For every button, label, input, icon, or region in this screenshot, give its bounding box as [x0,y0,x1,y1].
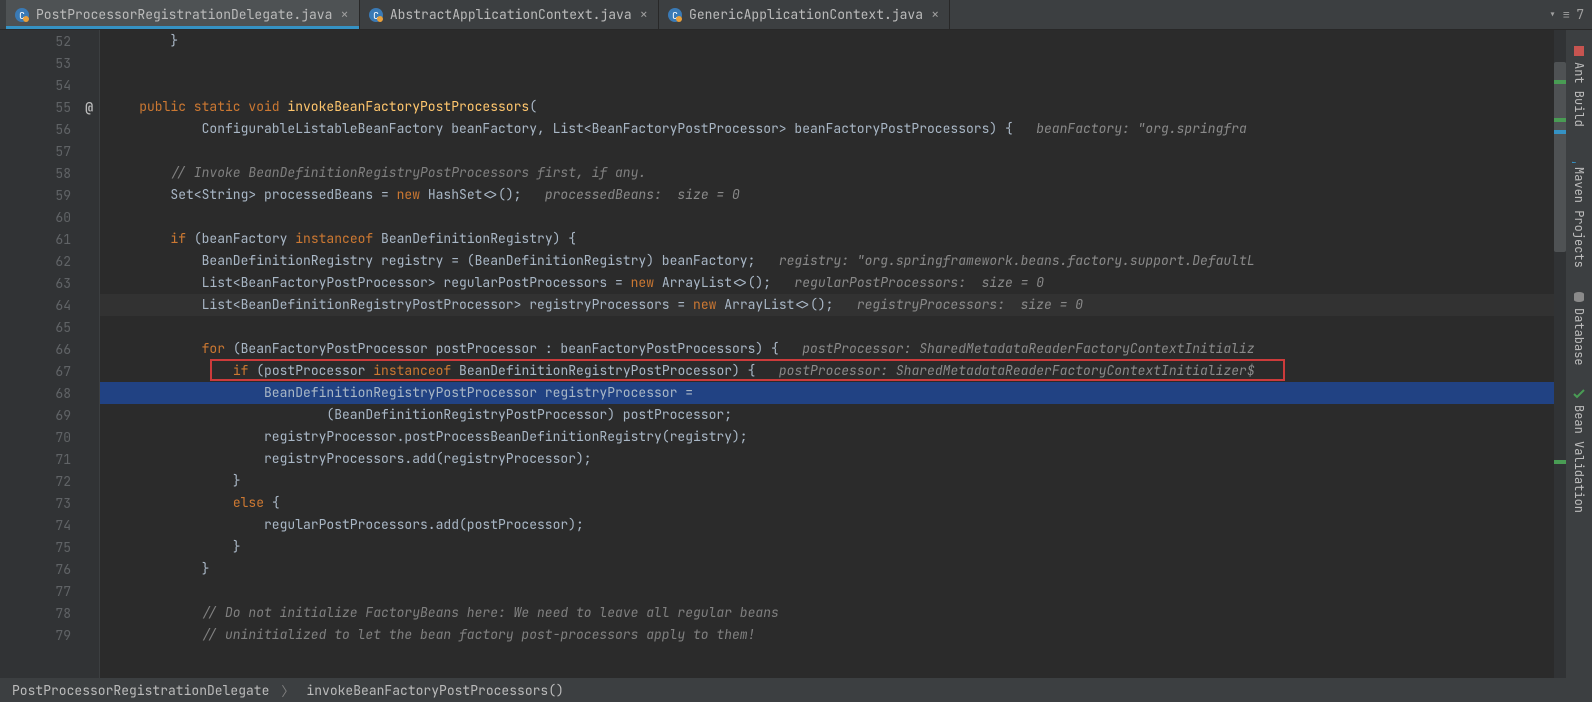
code-line: // uninitialized to let the bean factory… [100,624,1592,646]
gutter: 52 53 54 55 56 57 58 59 60 61 62 63 64 6… [0,30,100,678]
gutter-line[interactable]: 79 [0,624,99,646]
gutter-line[interactable]: 57 [0,140,99,162]
code-line: BeanDefinitionRegistryPostProcessor regi… [100,382,1592,404]
close-icon[interactable]: × [338,6,350,24]
gutter-line[interactable]: 55 [0,96,99,118]
gutter-line[interactable]: 78 [0,602,99,624]
maven-icon: m [1572,149,1586,163]
gutter-line[interactable]: 72 [0,470,99,492]
tab-generic-context[interactable]: C GenericApplicationContext.java × [659,0,950,29]
code-line: } [100,536,1592,558]
code-line: registryProcessors.add(registryProcessor… [100,448,1592,470]
tab-label: AbstractApplicationContext.java [390,6,632,23]
gutter-line[interactable]: 59 [0,184,99,206]
scrollbar-thumb[interactable] [1554,62,1566,252]
gutter-line[interactable]: 74 [0,514,99,536]
code-line: regularPostProcessors.add(postProcessor)… [100,514,1592,536]
gutter-line[interactable]: 69 [0,404,99,426]
editor-tabs-bar: C PostProcessorRegistrationDelegate.java… [0,0,1592,30]
gutter-line[interactable]: 62 [0,250,99,272]
tool-ant-build[interactable]: Ant Build [1571,44,1587,127]
gutter-line[interactable]: 70 [0,426,99,448]
code-line: ConfigurableListableBeanFactory beanFact… [100,118,1592,140]
code-line: List<BeanDefinitionRegistryPostProcessor… [100,294,1592,316]
gutter-line[interactable]: 53 [0,52,99,74]
tab-label: GenericApplicationContext.java [689,6,923,23]
code-line: (BeanDefinitionRegistryPostProcessor) po… [100,404,1592,426]
gutter-line[interactable]: 66 [0,338,99,360]
gutter-line[interactable]: 64 [0,294,99,316]
editor-area: 52 53 54 55 56 57 58 59 60 61 62 63 64 6… [0,30,1592,678]
code-line [100,580,1592,602]
java-file-icon: C [368,7,384,23]
java-file-icon: C [14,7,30,23]
tab-postprocessor[interactable]: C PostProcessorRegistrationDelegate.java… [6,0,360,29]
gutter-line[interactable]: 71 [0,448,99,470]
gutter-line[interactable]: 67 [0,360,99,382]
breadcrumb-method[interactable]: invokeBeanFactoryPostProcessors() [306,682,563,699]
tool-bean-validation[interactable]: Bean Validation [1571,387,1587,513]
close-icon[interactable]: × [638,6,650,24]
code-line: } [100,558,1592,580]
gutter-line[interactable]: 58 [0,162,99,184]
tab-abstract-context[interactable]: C AbstractApplicationContext.java × [360,0,659,29]
code-line: } [100,30,1592,52]
marker-stripe[interactable] [1554,80,1566,84]
gutter-line[interactable]: 65 [0,316,99,338]
java-file-icon: C [667,7,683,23]
gutter-line[interactable]: 77 [0,580,99,602]
tool-database[interactable]: Database [1571,290,1587,366]
code-line: if (beanFactory instanceof BeanDefinitio… [100,228,1592,250]
code-line [100,140,1592,162]
code-line: BeanDefinitionRegistry registry = (BeanD… [100,250,1592,272]
code-line: if (postProcessor instanceof BeanDefinit… [100,360,1592,382]
code-line: for (BeanFactoryPostProcessor postProces… [100,338,1592,360]
right-tool-panel: Ant Build m Maven Projects Database Bean… [1566,30,1592,678]
breadcrumb-class[interactable]: PostProcessorRegistrationDelegate [12,682,269,699]
code-line: List<BeanFactoryPostProcessor> regularPo… [100,272,1592,294]
gutter-line[interactable]: 76 [0,558,99,580]
gutter-line[interactable]: 73 [0,492,99,514]
code-editor[interactable]: } public static void invokeBeanFactoryPo… [100,30,1592,678]
close-icon[interactable]: × [929,6,941,24]
gutter-line[interactable]: 68 [0,382,99,404]
code-line: registryProcessor.postProcessBeanDefinit… [100,426,1592,448]
chevron-down-icon[interactable]: ▾ [1549,6,1557,23]
marker-stripe[interactable] [1554,460,1566,464]
marker-stripe[interactable] [1554,130,1566,134]
code-line: else { [100,492,1592,514]
svg-text:m: m [1572,161,1582,163]
gutter-line[interactable]: 54 [0,74,99,96]
editor-scrollbar[interactable] [1554,30,1566,678]
code-line: } [100,470,1592,492]
gutter-line[interactable]: 63 [0,272,99,294]
gutter-line[interactable]: 56 [0,118,99,140]
database-icon [1572,290,1586,304]
code-line [100,52,1592,74]
code-line: public static void invokeBeanFactoryPost… [100,96,1592,118]
gutter-line[interactable]: 60 [0,206,99,228]
marker-stripe[interactable] [1554,118,1566,122]
list-icon[interactable]: ≡ [1562,6,1570,23]
tabs-count: 7 [1576,6,1584,23]
breadcrumb-bar: PostProcessorRegistrationDelegate 〉 invo… [0,678,1592,702]
tool-maven[interactable]: m Maven Projects [1571,149,1587,268]
code-line [100,206,1592,228]
tab-label: PostProcessorRegistrationDelegate.java [36,6,332,23]
check-icon [1572,387,1586,401]
ant-icon [1572,44,1586,58]
code-line: // Invoke BeanDefinitionRegistryPostProc… [100,162,1592,184]
gutter-line[interactable]: 75 [0,536,99,558]
tabs-toolbar: ▾ ≡ 7 [1549,6,1592,23]
gutter-line[interactable]: 52 [0,30,99,52]
code-line [100,316,1592,338]
code-line: // Do not initialize FactoryBeans here: … [100,602,1592,624]
gutter-line[interactable]: 61 [0,228,99,250]
code-line [100,74,1592,96]
chevron-right-icon: 〉 [281,681,294,700]
code-line: Set<String> processedBeans = new HashSet… [100,184,1592,206]
